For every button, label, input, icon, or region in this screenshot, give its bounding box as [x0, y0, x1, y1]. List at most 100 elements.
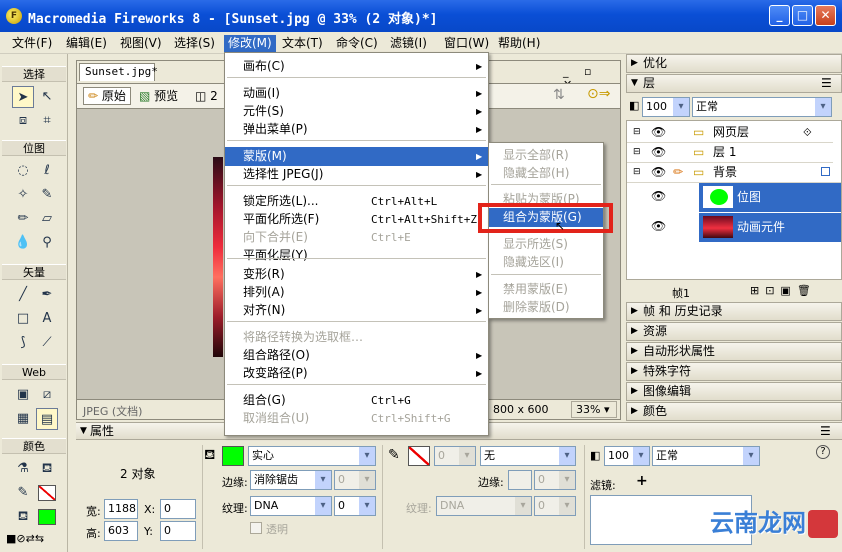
mask-submenu-item[interactable]: 显示全部(R)	[489, 146, 603, 165]
eyedropper-tool-icon[interactable]: ⚗	[12, 458, 34, 480]
color-mode-icons[interactable]: ■⊘⇄⇆	[6, 532, 44, 545]
stroke-type-select[interactable]: 无	[480, 446, 576, 466]
document-tab[interactable]: Sunset.jpg*	[79, 63, 158, 81]
fill-type-select[interactable]: 实心	[248, 446, 376, 466]
help-icon[interactable]: ?	[816, 445, 830, 459]
menu-modify[interactable]: 修改(M)	[224, 35, 276, 52]
layer-blend-select[interactable]: 正常	[692, 97, 832, 117]
fill-color-icon[interactable]: ⛾	[12, 506, 34, 528]
blur-tool-icon[interactable]: 💧	[12, 232, 34, 254]
object-blend-select[interactable]: 正常	[652, 446, 760, 466]
panel-special-chars-header[interactable]: ▶ 特殊字符	[626, 362, 842, 381]
view-2up-tab[interactable]: ◫ 2	[195, 88, 218, 104]
modify-menu-item[interactable]: 改变路径(P) ▶	[225, 364, 488, 383]
crop-tool-icon[interactable]: ⌗	[36, 110, 58, 132]
quick-export-icon[interactable]: ⇅	[553, 87, 565, 103]
eye-icon[interactable]: 👁	[651, 189, 666, 203]
modify-menu-item[interactable]: 蒙版(M) ▶	[225, 147, 488, 166]
subselection-tool-icon[interactable]: ↖	[36, 86, 58, 108]
modify-menu-item[interactable]: 弹出菜单(P) ▶	[225, 120, 488, 139]
modify-menu-item[interactable]: 将路径转换为选取框…	[225, 328, 488, 347]
modify-menu-item[interactable]: 取消组合(U) Ctrl+Shift+G	[225, 409, 488, 428]
y-field[interactable]: 0	[160, 521, 196, 541]
view-original-tab[interactable]: ✏ 原始	[83, 87, 131, 105]
rectangle-tool-icon[interactable]: □	[12, 308, 34, 330]
fill-color-swatch[interactable]	[222, 446, 244, 466]
modify-menu-item[interactable]: 选择性 JPEG(J) ▶	[225, 165, 488, 184]
stroke-edge-box[interactable]	[508, 470, 532, 490]
minimize-button[interactable]: _	[769, 5, 790, 26]
modify-menu-item[interactable]: 变形(R) ▶	[225, 265, 488, 284]
mask-submenu-item[interactable]: 删除蒙版(D)	[489, 298, 603, 317]
modify-menu-item[interactable]: 画布(C) ▶	[225, 57, 488, 76]
menu-view[interactable]: 视图(V)	[116, 35, 166, 52]
stroke-color-swatch[interactable]	[408, 446, 430, 466]
mask-submenu-item[interactable]: 显示所选(S)	[489, 235, 603, 254]
menu-text[interactable]: 文本(T)	[278, 35, 327, 52]
sunset-image-canvas[interactable]	[213, 157, 223, 357]
scale-tool-icon[interactable]: ⧈	[12, 110, 34, 132]
knife-tool-icon[interactable]: ⟋	[36, 332, 58, 354]
hide-slices-icon[interactable]: ▦	[12, 408, 34, 430]
zoom-select[interactable]: 33% ▾	[571, 401, 617, 418]
line-tool-icon[interactable]: ╱	[12, 284, 34, 306]
expand-toggle-icon[interactable]: ⊟	[633, 143, 641, 162]
panel-assets-header[interactable]: ▶ 资源	[626, 322, 842, 341]
panel-options-icon[interactable]: ☰	[821, 75, 832, 92]
layer-row[interactable]: ⊟ 👁 ▭ 层 1	[627, 143, 833, 163]
pencil-tool-icon[interactable]: ✏	[12, 208, 34, 230]
paint-bucket-tool-icon[interactable]: ⛾	[36, 458, 58, 480]
panel-options-icon[interactable]: ☰	[820, 423, 831, 439]
modify-menu-item[interactable]: 动画(I) ▶	[225, 84, 488, 103]
panel-optimize-header[interactable]: ▶ 优化	[626, 54, 842, 73]
eye-icon[interactable]: 👁	[651, 219, 666, 233]
modify-menu-item[interactable]: 向下合并(E) Ctrl+E	[225, 228, 488, 247]
mask-submenu-item[interactable]: 隐藏选区(I)	[489, 253, 603, 272]
close-button[interactable]: ✕	[815, 5, 836, 26]
panel-frames-history-header[interactable]: ▶ 帧 和 历史记录	[626, 302, 842, 321]
mask-submenu-item[interactable]: 禁用蒙版(E)	[489, 280, 603, 299]
texture-amount-select[interactable]: 0	[334, 496, 376, 516]
edge-amount-select[interactable]: 0	[334, 470, 376, 490]
add-filter-icon[interactable]: +	[636, 473, 648, 489]
menu-select[interactable]: 选择(S)	[170, 35, 219, 52]
slice-tool-icon[interactable]: ⧄	[36, 384, 58, 406]
modify-menu-item[interactable]: 组合(G) Ctrl+G	[225, 391, 488, 410]
menu-help[interactable]: 帮助(H)	[494, 35, 544, 52]
brush-tool-icon[interactable]: ✎	[36, 184, 58, 206]
layer-action-icons[interactable]: ⊞⊡▣🗑	[750, 284, 817, 297]
width-field[interactable]: 1188	[104, 499, 138, 519]
layer-row[interactable]: ⊟ 👁 ▭ 网页层 ⟐	[627, 123, 833, 143]
stroke-texture-amount-select[interactable]: 0	[534, 496, 576, 516]
eraser-tool-icon[interactable]: ▱	[36, 208, 58, 230]
stroke-edge-select[interactable]: 0	[534, 470, 576, 490]
panel-auto-shape-header[interactable]: ▶ 自动形状属性	[626, 342, 842, 361]
modify-menu-item[interactable]: 平面化层(Y)	[225, 246, 488, 265]
document-size[interactable]: 800 x 600	[493, 403, 549, 416]
menu-file[interactable]: 文件(F)	[8, 35, 56, 52]
x-field[interactable]: 0	[160, 499, 196, 519]
preview-in-browser-icon[interactable]: ⊙⇒	[587, 86, 610, 102]
pointer-tool-icon[interactable]: ➤	[12, 86, 34, 108]
view-preview-tab[interactable]: ▧ 预览	[139, 88, 178, 104]
object-row[interactable]: 位图	[699, 183, 841, 213]
lasso-tool-icon[interactable]: ℓ	[36, 160, 58, 182]
modify-menu-item[interactable]: 对齐(N) ▶	[225, 301, 488, 320]
layer-opacity-select[interactable]: 100	[642, 97, 690, 117]
stroke-texture-select[interactable]: DNA	[436, 496, 532, 516]
magic-wand-tool-icon[interactable]: ✧	[12, 184, 34, 206]
eye-icon[interactable]: 👁	[651, 143, 666, 162]
menu-window[interactable]: 窗口(W)	[440, 35, 493, 52]
panel-image-edit-header[interactable]: ▶ 图像编辑	[626, 382, 842, 401]
eye-icon[interactable]: 👁	[651, 123, 666, 142]
height-field[interactable]: 603	[104, 521, 138, 541]
expand-toggle-icon[interactable]: ⊟	[633, 123, 641, 142]
edge-select[interactable]: 消除锯齿	[250, 470, 332, 490]
freeform-tool-icon[interactable]: ⟆	[12, 332, 34, 354]
layer-row-selected[interactable]: ⊟ 👁 ✏ ▭ 背景	[627, 163, 841, 183]
modify-menu-item[interactable]: 排列(A) ▶	[225, 283, 488, 302]
marquee-tool-icon[interactable]: ◌	[12, 160, 34, 182]
menu-edit[interactable]: 编辑(E)	[62, 35, 111, 52]
text-tool-icon[interactable]: A	[36, 308, 58, 330]
transparent-checkbox[interactable]	[250, 522, 262, 534]
